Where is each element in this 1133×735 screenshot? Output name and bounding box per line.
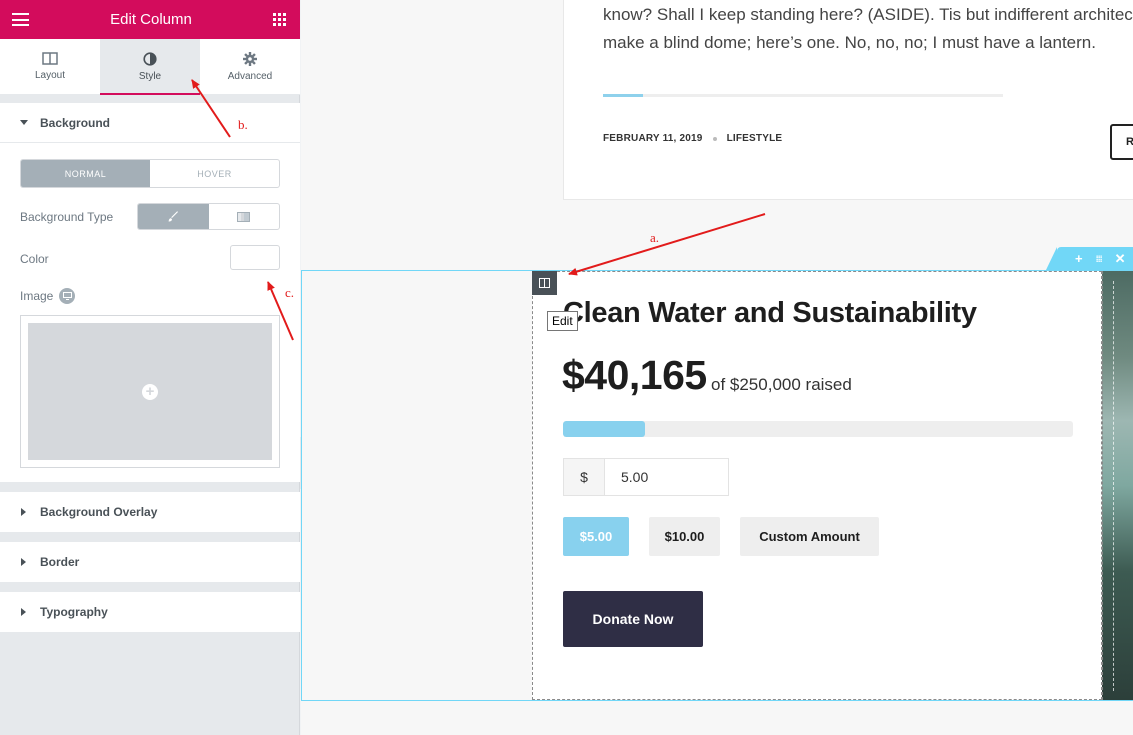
background-heading: Background <box>40 115 111 130</box>
caret-right-icon <box>21 508 26 516</box>
raised-amount: $40,165 <box>562 352 707 398</box>
tab-style-label: Style <box>138 70 162 82</box>
typography-heading: Typography <box>40 605 108 619</box>
border-heading: Border <box>40 555 80 569</box>
annotation-label-c: c. <box>285 285 295 300</box>
color-picker[interactable] <box>230 245 280 270</box>
preview-canvas: know? Shall I keep standing here? (ASIDE… <box>301 0 1133 735</box>
normal-hover-toggle: NORMAL HOVER <box>20 159 280 188</box>
close-icon[interactable]: ✕ <box>1115 251 1126 267</box>
background-overlay-heading: Background Overlay <box>40 505 158 519</box>
image-chooser[interactable]: + <box>20 315 280 468</box>
brush-icon <box>168 210 179 221</box>
image-placeholder[interactable]: + <box>28 323 272 460</box>
classic-option[interactable] <box>138 204 209 229</box>
blog-post-card: know? Shall I keep standing here? (ASIDE… <box>563 0 1133 200</box>
typography-section[interactable]: Typography <box>0 592 300 632</box>
tab-advanced-label: Advanced <box>227 70 273 82</box>
tab-style[interactable]: Style <box>100 39 200 95</box>
tab-layout[interactable]: Layout <box>0 39 100 94</box>
panel-tabs: Layout Style Advanced <box>0 39 300 95</box>
columns-icon <box>42 52 58 65</box>
annotation-label-a: a. <box>650 230 660 245</box>
preset-10-button[interactable]: $10.00 <box>649 517 720 556</box>
post-excerpt: know? Shall I keep standing here? (ASIDE… <box>603 1 1133 57</box>
campaign-progress-fill <box>563 421 645 437</box>
widgets-grid-icon[interactable] <box>272 13 286 26</box>
currency-symbol: $ <box>564 459 605 495</box>
drag-handle-icon[interactable]: ⁞⁞⁞ <box>1096 254 1103 264</box>
campaign-title: Clean Water and Sustainability <box>563 297 977 329</box>
post-category[interactable]: LIFESTYLE <box>727 133 783 144</box>
border-section[interactable]: Border <box>0 542 300 582</box>
background-type-choice <box>137 203 280 230</box>
contrast-icon <box>143 51 157 66</box>
background-type-label: Background Type <box>20 210 114 224</box>
caret-down-icon <box>20 120 28 125</box>
excerpt-line-1: know? Shall I keep standing here? (ASIDE… <box>603 5 1133 24</box>
goal-text: of $250,000 raised <box>711 375 852 394</box>
donate-now-button[interactable]: Donate Now <box>563 591 703 647</box>
custom-amount-button[interactable]: Custom Amount <box>740 517 879 556</box>
border-header[interactable]: Border <box>0 542 300 582</box>
annotation-label-b: b. <box>238 117 248 132</box>
gradient-option[interactable] <box>209 204 280 229</box>
color-label: Color <box>20 252 49 266</box>
tab-normal[interactable]: NORMAL <box>21 160 150 187</box>
post-date: FEBRUARY 11, 2019 <box>603 133 703 144</box>
editor-panel: Edit Column Layout Style Advanced Backgr… <box>0 0 300 735</box>
background-section: Background NORMAL HOVER Background Type … <box>0 103 300 482</box>
tab-advanced[interactable]: Advanced <box>200 39 300 94</box>
amount-value[interactable]: 5.00 <box>605 459 728 495</box>
tab-hover[interactable]: HOVER <box>150 160 279 187</box>
tab-layout-label: Layout <box>34 70 66 81</box>
image-column[interactable] <box>1102 271 1133 700</box>
typography-header[interactable]: Typography <box>0 592 300 632</box>
background-overlay-section[interactable]: Background Overlay <box>0 492 300 532</box>
responsive-monitor-icon[interactable] <box>59 288 75 304</box>
panel-header: Edit Column <box>0 0 300 39</box>
meta-separator <box>712 136 717 141</box>
excerpt-line-2: make a blind dome; here’s one. No, no, n… <box>603 33 1096 52</box>
post-divider-bar <box>603 94 1003 97</box>
post-meta: FEBRUARY 11, 2019 LIFESTYLE <box>603 133 782 144</box>
caret-right-icon <box>21 608 26 616</box>
gear-icon <box>243 51 257 66</box>
add-section-icon[interactable]: + <box>1075 251 1083 266</box>
image-label: Image <box>20 289 54 303</box>
add-image-icon: + <box>142 383 158 400</box>
background-section-header[interactable]: Background <box>0 103 300 143</box>
background-overlay-header[interactable]: Background Overlay <box>0 492 300 532</box>
donation-amount-input[interactable]: $ 5.00 <box>563 458 729 496</box>
column-icon <box>539 278 550 288</box>
preset-5-button[interactable]: $5.00 <box>563 517 629 556</box>
read-more-button[interactable]: R <box>1110 124 1133 160</box>
section-handle[interactable]: + ⁞⁞⁞ ✕ <box>1046 247 1133 270</box>
panel-title: Edit Column <box>110 11 192 28</box>
edit-column-handle[interactable] <box>532 271 557 295</box>
caret-right-icon <box>21 558 26 566</box>
menu-icon[interactable] <box>12 13 29 26</box>
campaign-progress-bar <box>563 421 1073 437</box>
gradient-icon <box>237 211 251 222</box>
edit-tooltip: Edit <box>547 311 578 331</box>
